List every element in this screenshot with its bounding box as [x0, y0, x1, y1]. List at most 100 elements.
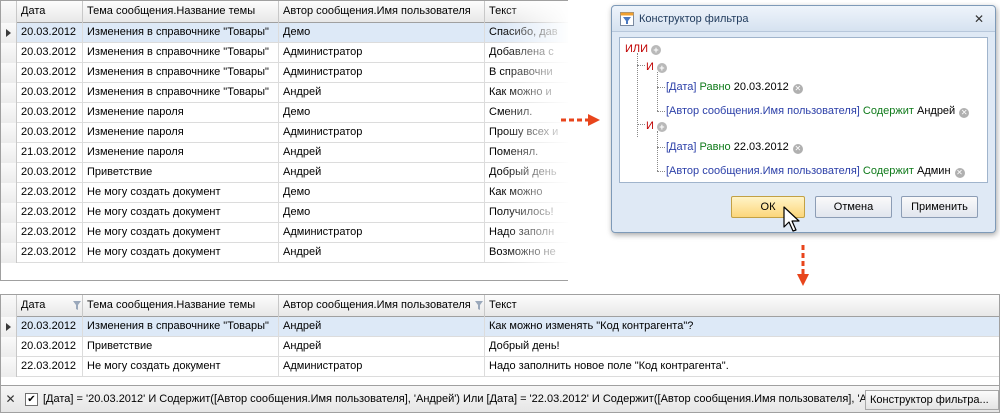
cell-author[interactable]: Администратор — [279, 63, 485, 83]
cell-topic[interactable]: Приветствие — [83, 163, 279, 183]
table-row[interactable]: 20.03.2012 Изменения в справочнике "Товар… — [1, 63, 568, 83]
condition-value[interactable]: 22.03.2012 — [734, 141, 789, 153]
cell-topic[interactable]: Не могу создать документ — [83, 183, 279, 203]
messages-grid-unfiltered[interactable]: Дата Тема сообщения.Название темы Автор … — [0, 0, 568, 281]
remove-condition-icon[interactable]: ✕ — [954, 168, 965, 178]
cell-topic[interactable]: Изменения в справочнике "Товары" — [83, 63, 279, 83]
cell-author[interactable]: Администратор — [279, 223, 485, 243]
column-header-author[interactable]: Автор сообщения.Имя пользователя — [279, 1, 485, 23]
condition-row[interactable]: [Дата] Равно 22.03.2012 ✕ — [666, 140, 803, 154]
close-icon[interactable]: ✕ — [971, 12, 987, 26]
row-indicator[interactable] — [1, 337, 17, 357]
cell-topic[interactable]: Изменения в справочнике "Товары" — [83, 43, 279, 63]
table-row[interactable]: 20.03.2012Изменение пароляДемоСменил. — [1, 103, 568, 123]
row-indicator[interactable] — [1, 23, 17, 43]
dialog-titlebar[interactable]: Конструктор фильтра ✕ — [612, 6, 995, 32]
condition-operator[interactable]: Равно — [700, 141, 731, 153]
cell-author[interactable]: Андрей — [279, 317, 485, 337]
column-header-topic[interactable]: Тема сообщения.Название темы — [83, 295, 279, 317]
condition-value[interactable]: 20.03.2012 — [734, 81, 789, 93]
cell-text[interactable]: Как можно изменять "Код контрагента"? — [485, 317, 999, 337]
cancel-button[interactable]: Отмена — [815, 196, 892, 218]
table-row[interactable]: 21.03.2012Изменение пароляАндрейПоменял. — [1, 143, 568, 163]
add-condition-icon[interactable]: + — [656, 122, 667, 132]
cell-topic[interactable]: Не могу создать документ — [83, 357, 279, 377]
condition-row[interactable]: [Автор сообщения.Имя пользователя] Содер… — [666, 164, 965, 178]
cell-topic[interactable]: Приветствие — [83, 337, 279, 357]
table-row[interactable]: 22.03.2012 Не могу создать документ Админи… — [1, 357, 999, 377]
table-row[interactable]: 22.03.2012 Не могу создать документ Демо Ка… — [1, 183, 568, 203]
filter-funnel-icon[interactable] — [73, 301, 81, 310]
cell-date[interactable]: 22.03.2012 — [17, 183, 83, 203]
condition-value[interactable]: Админ — [917, 165, 951, 177]
row-indicator[interactable] — [1, 143, 17, 163]
cell-date[interactable]: 20.03.2012 — [17, 63, 83, 83]
cell-author[interactable]: Демо — [279, 203, 485, 223]
row-indicator[interactable] — [1, 203, 17, 223]
cell-author[interactable]: Демо — [279, 103, 485, 123]
cell-topic[interactable]: Не могу создать документ — [83, 203, 279, 223]
remove-condition-icon[interactable]: ✕ — [792, 84, 803, 94]
table-row[interactable]: 20.03.2012 Изменения в справочнике "Товар… — [1, 43, 568, 63]
condition-operator[interactable]: Содержит — [863, 165, 914, 177]
row-indicator[interactable] — [1, 357, 17, 377]
clear-filter-icon[interactable]: ✕ — [5, 393, 16, 405]
row-indicator[interactable] — [1, 317, 17, 337]
table-row[interactable]: 22.03.2012Не могу создать документДемоПо… — [1, 203, 568, 223]
cell-topic[interactable]: Не могу создать документ — [83, 223, 279, 243]
row-indicator[interactable] — [1, 123, 17, 143]
row-indicator[interactable] — [1, 183, 17, 203]
filter-expression-text[interactable]: [Дата] = '20.03.2012' И Содержит([Автор … — [43, 386, 895, 413]
table-row[interactable]: 22.03.2012 Не могу создать документ Андрей… — [1, 243, 568, 263]
filter-funnel-icon[interactable] — [475, 301, 483, 310]
cell-topic[interactable]: Изменение пароля — [83, 143, 279, 163]
cell-date[interactable]: 20.03.2012 — [17, 43, 83, 63]
root-operator[interactable]: ИЛИ — [625, 43, 648, 55]
group-operator[interactable]: И — [646, 120, 654, 132]
table-row[interactable]: 20.03.2012 Изменения в справочнике "Товар… — [1, 83, 568, 103]
cell-date[interactable]: 20.03.2012 — [17, 83, 83, 103]
cell-date[interactable]: 20.03.2012 — [17, 123, 83, 143]
root-group[interactable]: ИЛИ + — [625, 42, 662, 56]
condition-field[interactable]: [Дата] — [666, 81, 696, 93]
add-condition-icon[interactable]: + — [656, 63, 667, 73]
cell-topic[interactable]: Изменение пароля — [83, 103, 279, 123]
table-row[interactable]: 20.03.2012 Изменения в справочнике "Товар… — [1, 317, 999, 337]
condition-field[interactable]: [Дата] — [666, 141, 696, 153]
remove-condition-icon[interactable]: ✕ — [959, 108, 970, 118]
condition-value[interactable]: Андрей — [917, 105, 955, 117]
column-header-date[interactable]: Дата — [17, 1, 83, 23]
condition-row[interactable]: [Автор сообщения.Имя пользователя] Содер… — [666, 104, 970, 118]
cell-author[interactable]: Администратор — [279, 43, 485, 63]
cell-date[interactable]: 20.03.2012 — [17, 163, 83, 183]
row-indicator[interactable] — [1, 243, 17, 263]
cell-date[interactable]: 22.03.2012 — [17, 243, 83, 263]
filter-builder-button[interactable]: Конструктор фильтра... — [865, 390, 999, 410]
cell-author[interactable]: Администратор — [279, 357, 485, 377]
enable-filter-checkbox[interactable]: ✔ — [25, 393, 38, 406]
cell-author[interactable]: Андрей — [279, 163, 485, 183]
cell-topic[interactable]: Изменения в справочнике "Товары" — [83, 317, 279, 337]
cell-author[interactable]: Демо — [279, 23, 485, 43]
cell-topic[interactable]: Изменения в справочнике "Товары" — [83, 23, 279, 43]
cell-author[interactable]: Демо — [279, 183, 485, 203]
cell-author[interactable]: Андрей — [279, 83, 485, 103]
table-row[interactable]: 20.03.2012 Приветствие Андрей Добрый день! — [1, 337, 999, 357]
cell-date[interactable]: 20.03.2012 — [17, 103, 83, 123]
column-header-text[interactable]: Текст — [485, 295, 999, 317]
cell-date[interactable]: 20.03.2012 — [17, 23, 83, 43]
condition-operator[interactable]: Равно — [700, 81, 731, 93]
cell-text[interactable]: Надо заполнить новое поле "Код контраген… — [485, 357, 999, 377]
cell-author[interactable]: Андрей — [279, 143, 485, 163]
table-row[interactable]: 22.03.2012 Не могу создать документ Админи… — [1, 223, 568, 243]
apply-button[interactable]: Применить — [901, 196, 978, 218]
cell-date[interactable]: 20.03.2012 — [17, 337, 83, 357]
cell-topic[interactable]: Не могу создать документ — [83, 243, 279, 263]
condition-operator[interactable]: Содержит — [863, 105, 914, 117]
condition-row[interactable]: [Дата] Равно 20.03.2012 ✕ — [666, 80, 803, 94]
cell-date[interactable]: 22.03.2012 — [17, 223, 83, 243]
cell-author[interactable]: Андрей — [279, 337, 485, 357]
condition-field[interactable]: [Автор сообщения.Имя пользователя] — [666, 165, 860, 177]
cell-author[interactable]: Администратор — [279, 123, 485, 143]
group-operator[interactable]: И — [646, 61, 654, 73]
